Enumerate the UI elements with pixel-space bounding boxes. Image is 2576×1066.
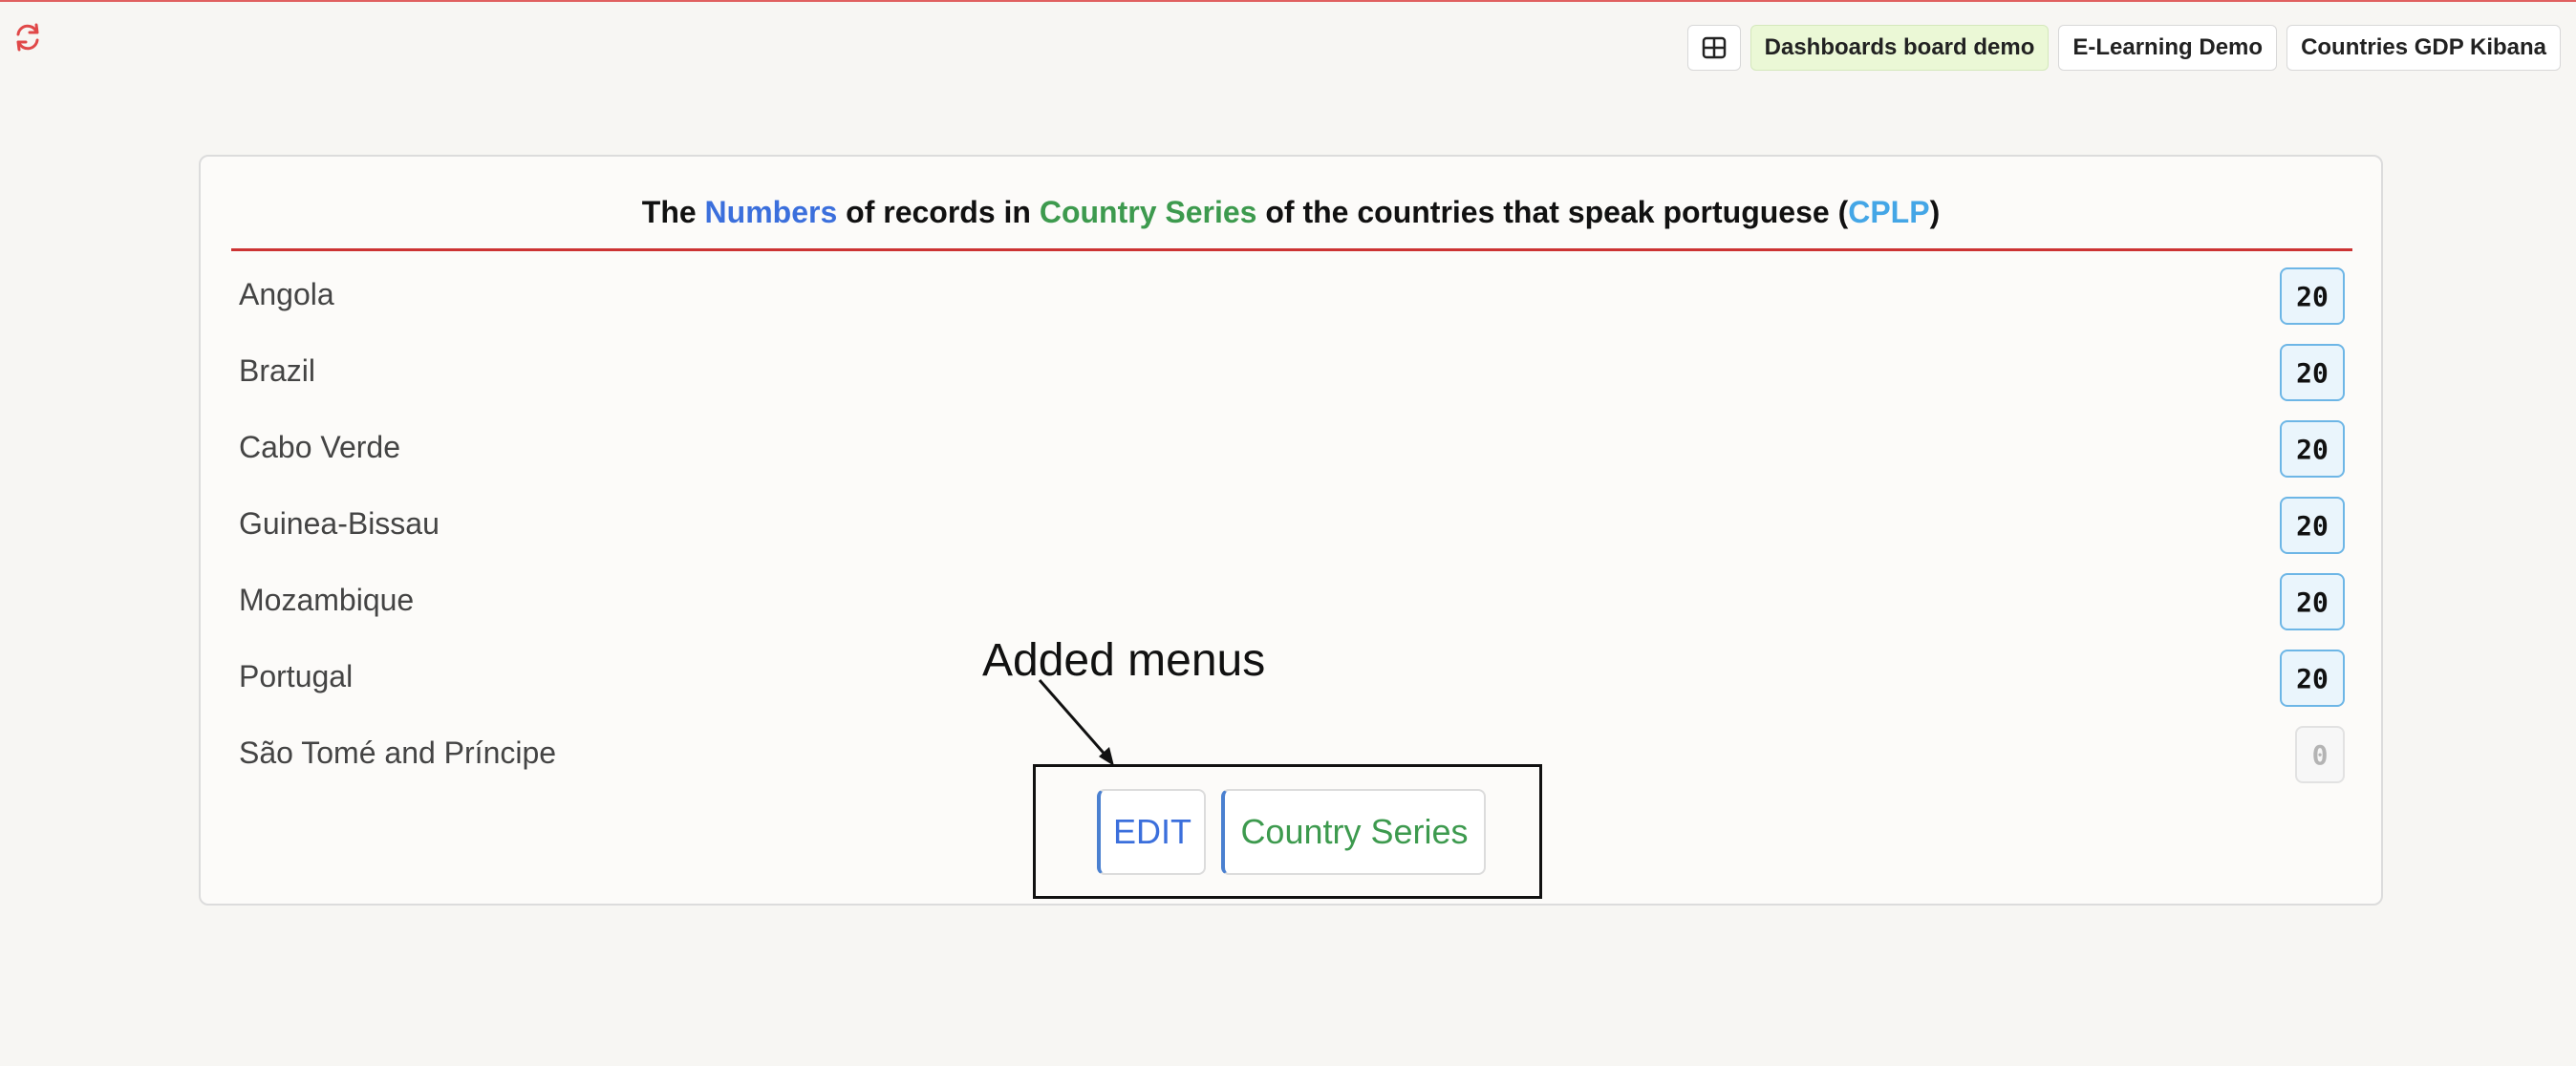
country-list: Angola 20 Brazil 20 Cabo Verde 20 Guinea… (231, 256, 2352, 791)
record-count-badge[interactable]: 20 (2280, 420, 2345, 478)
record-count-badge[interactable]: 0 (2295, 726, 2345, 783)
top-accent-line (0, 0, 2576, 2)
record-count-badge[interactable]: 20 (2280, 344, 2345, 401)
nav-dashboards-board-demo[interactable]: Dashboards board demo (1750, 25, 2050, 71)
list-item: Portugal 20 (231, 638, 2352, 714)
record-count-badge[interactable]: 20 (2280, 573, 2345, 630)
annotation-arrow-icon (1038, 679, 1114, 766)
list-item: Brazil 20 (231, 332, 2352, 409)
country-name: Cabo Verde (239, 430, 401, 464)
title-text-3: of the countries that speak portuguese ( (1256, 195, 1849, 229)
country-name: Brazil (239, 353, 316, 388)
card-title: The Numbers of records in Country Series… (201, 195, 2381, 230)
dashboard-nav: Dashboards board demo E-Learning Demo Co… (1686, 25, 2561, 71)
title-cplp: CPLP (1848, 195, 1930, 229)
country-name: Guinea-Bissau (239, 506, 440, 541)
title-text-2: of records in (837, 195, 1040, 229)
title-country-series: Country Series (1039, 195, 1257, 229)
edit-button[interactable]: EDIT (1097, 789, 1206, 875)
list-item: Guinea-Bissau 20 (231, 485, 2352, 562)
list-item: Cabo Verde 20 (231, 409, 2352, 485)
list-item: Mozambique 20 (231, 562, 2352, 638)
list-item: Angola 20 (231, 256, 2352, 332)
title-text-4: ) (1929, 195, 1941, 229)
refresh-icon[interactable] (11, 21, 44, 53)
nav-e-learning-demo[interactable]: E-Learning Demo (2058, 25, 2278, 71)
title-divider (231, 248, 2352, 251)
nav-countries-gdp-kibana[interactable]: Countries GDP Kibana (2286, 25, 2561, 71)
country-name: Angola (239, 277, 334, 311)
record-count-badge[interactable]: 20 (2280, 650, 2345, 707)
record-count-badge[interactable]: 20 (2280, 267, 2345, 325)
grid-view-button[interactable] (1686, 25, 1741, 71)
title-text-1: The (641, 195, 705, 229)
title-numbers: Numbers (704, 195, 838, 229)
country-name: Mozambique (239, 583, 415, 617)
country-series-button[interactable]: Country Series (1221, 789, 1486, 875)
country-name: São Tomé and Príncipe (239, 736, 557, 770)
record-count-badge[interactable]: 20 (2280, 497, 2345, 554)
grid-icon (1702, 36, 1726, 59)
country-name: Portugal (239, 659, 354, 693)
